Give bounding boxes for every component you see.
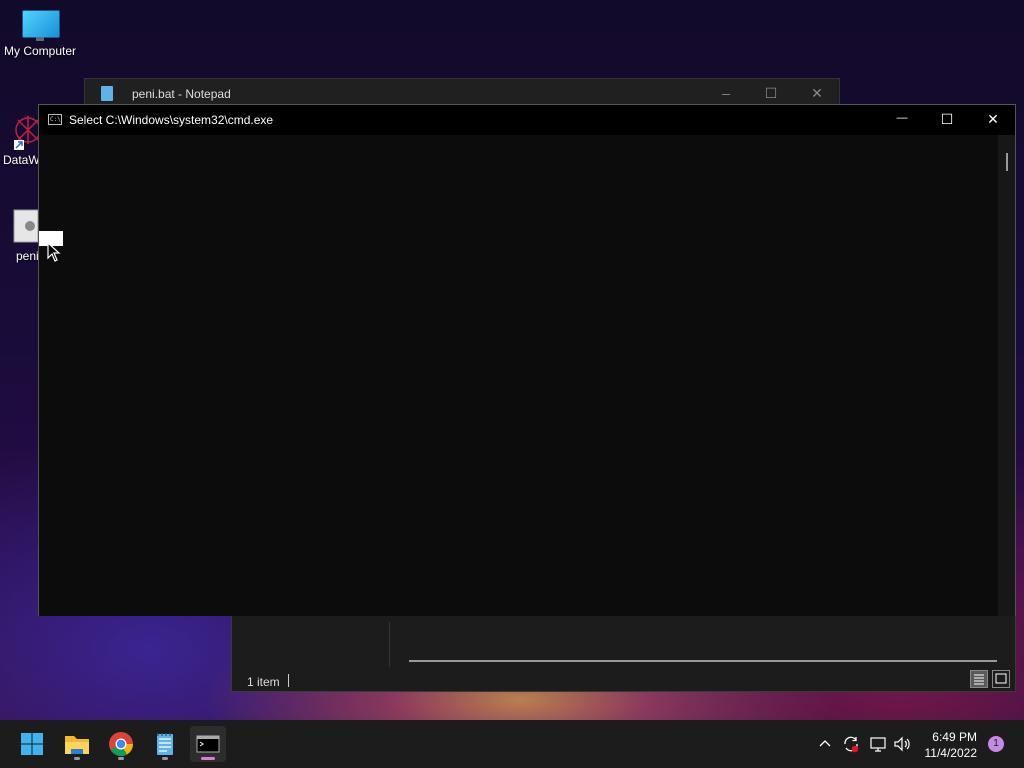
monitor-icon	[20, 10, 60, 41]
horizontal-scrollbar[interactable]	[409, 660, 997, 662]
cmd-scroll-thumb[interactable]	[1006, 153, 1008, 171]
taskbar-file-explorer[interactable]	[59, 726, 95, 762]
cmd-window[interactable]: C:\ Select C:\Windows\system32\cmd.exe —…	[38, 104, 1016, 616]
desktop-icon-dataw[interactable]: DataW	[0, 108, 38, 167]
desktop-icon-label: DataW	[3, 153, 38, 167]
volume-icon[interactable]	[892, 734, 912, 754]
taskbar: 6:49 PM 11/4/2022	[0, 720, 1024, 768]
running-indicator	[162, 757, 168, 760]
network-icon[interactable]	[868, 734, 888, 754]
taskbar-chrome[interactable]	[103, 726, 139, 762]
notepad-title: peni.bat - Notepad	[132, 87, 231, 101]
desktop-icon-label: peni	[16, 249, 38, 263]
windows-start-icon	[21, 733, 43, 755]
running-indicator	[118, 757, 124, 760]
running-indicator	[74, 757, 80, 760]
file-explorer-window[interactable]: 1 item	[231, 612, 1016, 692]
desktop-icon-label: My Computer	[3, 44, 77, 58]
taskbar-terminal[interactable]	[190, 726, 226, 762]
cmd-icon: C:\	[48, 114, 62, 125]
start-button[interactable]	[14, 726, 50, 762]
desktop-icon-peni[interactable]: peni	[0, 208, 38, 263]
clock-date: 11/4/2022	[924, 746, 978, 760]
cmd-console-area[interactable]	[39, 135, 999, 616]
cmd-vertical-scrollbar[interactable]	[998, 135, 1015, 616]
details-view-icon[interactable]	[970, 670, 988, 688]
large-icons-view-icon[interactable]	[992, 670, 1010, 688]
taskbar-notepad[interactable]	[147, 726, 183, 762]
notepad-maximize-button[interactable]: ☐	[756, 85, 786, 102]
status-separator	[288, 674, 289, 687]
notepad-close-button[interactable]: ✕	[802, 85, 832, 102]
chevron-up-icon[interactable]	[817, 736, 833, 752]
notepad-minimize-button[interactable]: –	[711, 85, 741, 101]
pane-divider[interactable]	[389, 622, 390, 667]
cmd-maximize-button[interactable]: ☐	[924, 111, 970, 131]
sync-icon[interactable]	[841, 734, 861, 754]
desktop-icon-my-computer[interactable]: My Computer	[0, 10, 80, 58]
system-clock[interactable]: 6:49 PM 11/4/2022	[925, 729, 978, 761]
cmd-title: Select C:\Windows\system32\cmd.exe	[69, 113, 274, 127]
notepad-icon	[101, 86, 113, 101]
active-indicator	[201, 757, 215, 760]
batch-file-icon	[13, 209, 38, 243]
clock-time: 6:49 PM	[932, 730, 977, 744]
mouse-pointer-icon	[47, 242, 61, 262]
notification-badge[interactable]: 1	[988, 736, 1004, 752]
cmd-close-button[interactable]: ✕	[970, 111, 1016, 131]
cmd-titlebar[interactable]: C:\ Select C:\Windows\system32\cmd.exe —…	[39, 105, 1015, 135]
cmd-minimize-button[interactable]: —	[879, 112, 925, 132]
status-bar-text: 1 item	[247, 675, 280, 689]
app-shortcut-icon	[14, 116, 38, 150]
